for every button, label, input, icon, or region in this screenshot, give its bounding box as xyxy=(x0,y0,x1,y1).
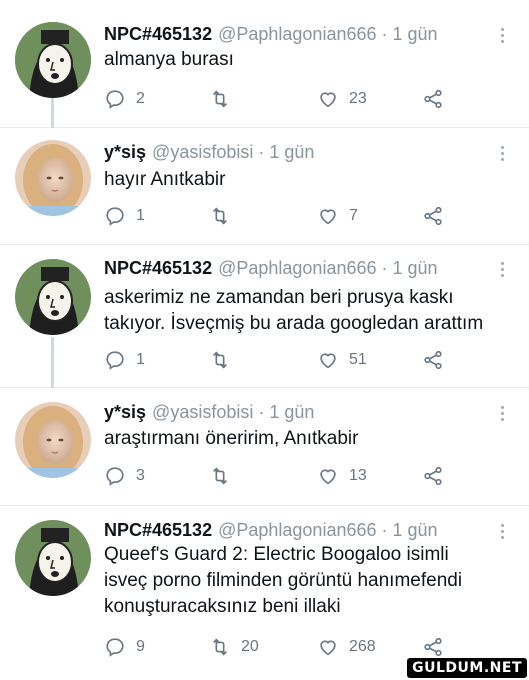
retweet-button[interactable] xyxy=(209,464,241,488)
timestamp[interactable]: · 1 gün xyxy=(382,520,438,540)
share-icon xyxy=(424,206,442,226)
heart-icon xyxy=(320,353,336,369)
reply-icon xyxy=(106,207,124,226)
heart-icon xyxy=(320,640,336,656)
share-button[interactable] xyxy=(422,204,444,228)
more-icon[interactable] xyxy=(501,406,505,424)
timestamp[interactable]: · 1 gün xyxy=(382,258,438,278)
watermark: GULDUM.NET xyxy=(407,658,527,678)
reply-button[interactable]: 9 xyxy=(104,635,145,659)
display-name[interactable]: NPC#465132 xyxy=(104,520,212,540)
like-button[interactable]: 13 xyxy=(317,464,367,488)
tweet-text: askerimiz ne zamandan beri prusya kaskı … xyxy=(104,287,484,334)
reply-button[interactable]: 1 xyxy=(104,348,145,372)
retweet-button[interactable] xyxy=(209,204,241,228)
reply-count: 1 xyxy=(136,207,145,224)
tweet-actions: 3 13 xyxy=(104,464,444,488)
tweet-actions: 1 7 xyxy=(104,204,444,228)
handle[interactable]: @Paphlagonian666 xyxy=(218,520,376,540)
more-icon[interactable] xyxy=(501,28,505,46)
tweet-5[interactable]: NPC#465132 @Paphlagonian666 · 1 gün Queef… xyxy=(0,506,529,680)
handle[interactable]: @yasisfobisi xyxy=(152,402,253,422)
handle[interactable]: @Paphlagonian666 xyxy=(218,24,376,44)
retweet-icon xyxy=(212,638,228,656)
thread-line xyxy=(51,95,54,128)
timestamp[interactable]: · 1 gün xyxy=(382,24,438,44)
share-button[interactable] xyxy=(422,464,444,488)
display-name[interactable]: NPC#465132 xyxy=(104,24,212,44)
like-button[interactable]: 23 xyxy=(317,87,367,111)
tweet-text: almanya burası xyxy=(104,49,234,70)
heart-icon xyxy=(320,92,336,108)
like-count: 51 xyxy=(349,351,367,368)
tweet-4[interactable]: y*siş @yasisfobisi · 1 gün araştırmanı ön… xyxy=(0,388,529,506)
share-icon xyxy=(424,637,442,657)
tweet-header: y*siş @yasisfobisi · 1 gün xyxy=(104,400,499,424)
timestamp[interactable]: · 1 gün xyxy=(258,402,314,422)
avatar-yasis[interactable] xyxy=(15,402,91,478)
retweet-button[interactable] xyxy=(209,348,241,372)
timestamp[interactable]: · 1 gün xyxy=(258,142,314,162)
tweet-actions: 1 51 xyxy=(104,348,444,372)
display-name[interactable]: NPC#465132 xyxy=(104,258,212,278)
retweet-button[interactable]: 20 xyxy=(209,635,259,659)
tweet-2[interactable]: y*siş @yasisfobisi · 1 gün hayır Anıtkabi… xyxy=(0,128,529,245)
avatar-yasis[interactable] xyxy=(15,140,91,216)
retweet-button[interactable] xyxy=(209,87,241,111)
reply-count: 3 xyxy=(136,467,145,484)
reply-icon xyxy=(106,638,124,657)
tweet-actions: 2 23 xyxy=(104,87,444,111)
tweet-header: NPC#465132 @Paphlagonian666 · 1 gün xyxy=(104,22,499,46)
retweet-icon xyxy=(212,90,228,108)
more-icon[interactable] xyxy=(501,146,505,164)
thread-line xyxy=(51,337,54,388)
tweet-header: y*siş @yasisfobisi · 1 gün xyxy=(104,140,499,164)
reply-button[interactable]: 1 xyxy=(104,204,145,228)
reply-count: 1 xyxy=(136,351,145,368)
reply-icon xyxy=(106,351,124,370)
like-count: 23 xyxy=(349,90,367,107)
avatar-npc[interactable] xyxy=(15,259,91,335)
share-icon xyxy=(424,350,442,370)
share-button[interactable] xyxy=(422,87,444,111)
retweet-count: 20 xyxy=(241,638,259,655)
share-button[interactable] xyxy=(422,348,444,372)
tweet-header: NPC#465132 @Paphlagonian666 · 1 gün xyxy=(104,518,499,542)
avatar-npc[interactable] xyxy=(15,520,91,596)
share-icon xyxy=(424,89,442,109)
tweet-text: Queef's Guard 2: Electric Boogaloo isiml… xyxy=(104,544,463,617)
retweet-icon xyxy=(212,351,228,369)
heart-icon xyxy=(320,209,336,225)
tweet-text: hayır Anıtkabir xyxy=(104,169,226,190)
tweet-3[interactable]: NPC#465132 @Paphlagonian666 · 1 gün asker… xyxy=(0,245,529,388)
reply-button[interactable]: 2 xyxy=(104,87,145,111)
heart-icon xyxy=(320,469,336,485)
tweet-1[interactable]: NPC#465132 @Paphlagonian666 · 1 gün alman… xyxy=(0,0,529,128)
retweet-icon xyxy=(212,207,228,225)
share-button[interactable] xyxy=(422,635,444,659)
more-icon[interactable] xyxy=(501,524,505,542)
like-count: 13 xyxy=(349,467,367,484)
like-button[interactable]: 268 xyxy=(317,635,376,659)
reply-button[interactable]: 3 xyxy=(104,464,145,488)
handle[interactable]: @Paphlagonian666 xyxy=(218,258,376,278)
retweet-icon xyxy=(212,467,228,485)
like-count: 268 xyxy=(349,638,376,655)
reply-count: 2 xyxy=(136,90,145,107)
display-name[interactable]: y*siş xyxy=(104,402,146,422)
tweet-actions: 9 20 268 xyxy=(104,635,444,659)
tweet-text: araştırmanı öneririm, Anıtkabir xyxy=(104,428,359,449)
handle[interactable]: @yasisfobisi xyxy=(152,142,253,162)
like-count: 7 xyxy=(349,207,358,224)
reply-count: 9 xyxy=(136,638,145,655)
share-icon xyxy=(424,466,442,486)
like-button[interactable]: 51 xyxy=(317,348,367,372)
like-button[interactable]: 7 xyxy=(317,204,358,228)
tweet-header: NPC#465132 @Paphlagonian666 · 1 gün xyxy=(104,256,499,280)
avatar-npc[interactable] xyxy=(15,22,91,98)
reply-icon xyxy=(106,467,124,486)
reply-icon xyxy=(106,90,124,109)
more-icon[interactable] xyxy=(501,262,505,280)
display-name[interactable]: y*siş xyxy=(104,142,146,162)
